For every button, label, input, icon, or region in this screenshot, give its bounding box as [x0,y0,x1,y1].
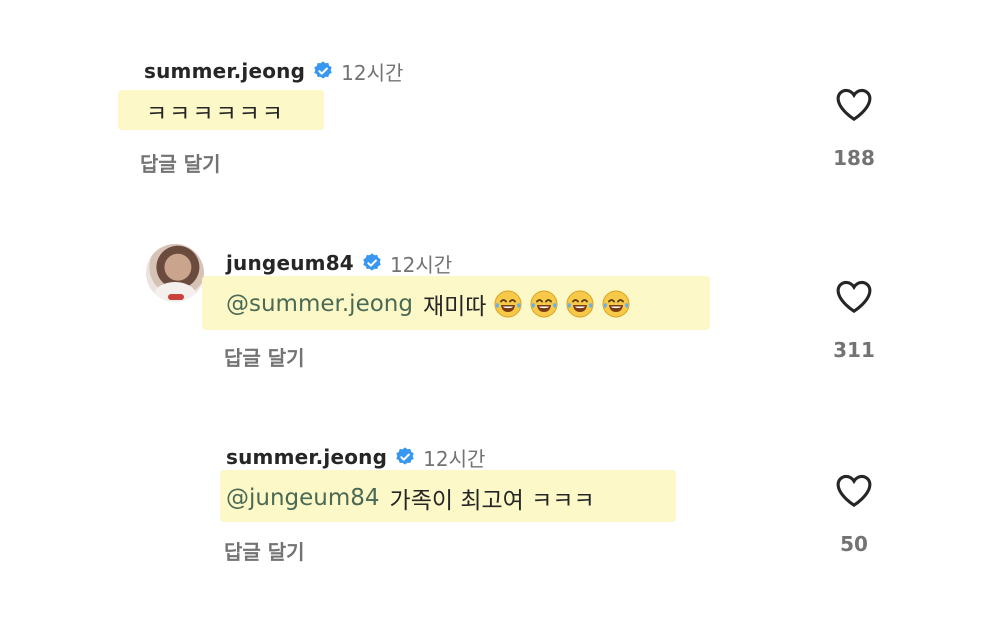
comment-body: @jungeum84 가족이 최고여 ㅋㅋㅋ [226,480,595,516]
comment-body: @summer.jeong 재미따 [226,286,632,322]
tears-of-joy-emoji-icon [602,290,630,318]
comment-time: 12시간 [389,252,453,277]
mention-link[interactable]: @jungeum84 [226,485,380,511]
like-count: 311 [833,338,875,362]
verified-badge-icon [363,253,381,271]
comment-username[interactable]: summer.jeong [226,445,387,469]
avatar-stripe [168,294,184,300]
heart-icon[interactable] [834,278,874,314]
tears-of-joy-emoji-icon [530,290,558,318]
verified-badge-icon [314,61,332,79]
reply-button[interactable]: 답글 달기 [224,536,305,565]
reply-button[interactable]: 답글 달기 [224,342,305,371]
tears-of-joy-emoji-icon [494,290,522,318]
comment-text: 재미따 [422,294,487,320]
comment-time: 12시간 [423,446,486,471]
emoji-row [488,288,632,320]
comment-username[interactable]: jungeum84 [226,251,354,275]
tears-of-joy-emoji-icon [566,290,594,318]
like-count: 188 [833,146,875,170]
comment-text: 가족이 최고여 ㅋㅋㅋ [389,488,595,514]
comment-header: jungeum84 12시간 [226,248,452,278]
mention-link[interactable]: @summer.jeong [226,291,413,317]
comment-time: 12시간 [341,60,404,85]
like-count: 50 [840,532,868,556]
comment-header: summer.jeong 12시간 [144,56,403,86]
comment-text: ㅋㅋㅋㅋㅋㅋ [146,101,285,127]
reply-button[interactable]: 답글 달기 [140,148,221,177]
avatar[interactable] [146,244,204,302]
comment-username[interactable]: summer.jeong [144,59,305,83]
verified-badge-icon [396,447,414,465]
heart-icon[interactable] [834,86,874,122]
heart-icon[interactable] [834,472,874,508]
comment-header: summer.jeong 12시간 [226,442,485,472]
